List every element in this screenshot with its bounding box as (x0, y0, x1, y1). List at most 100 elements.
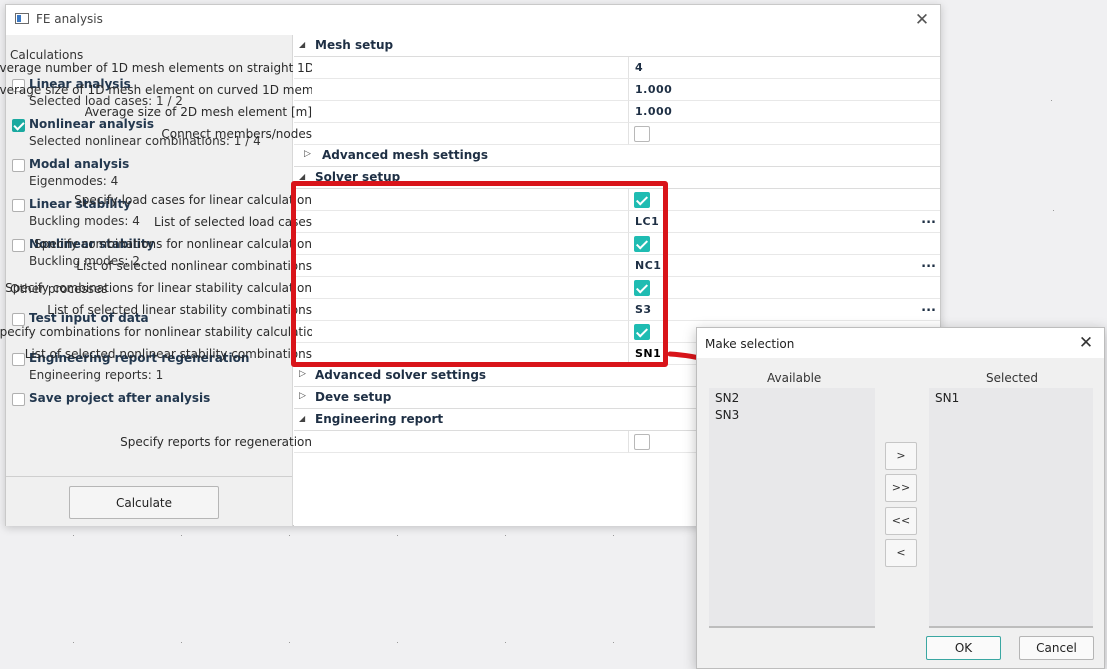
group-advanced-mesh[interactable]: ▷ Advanced mesh settings (294, 145, 940, 167)
calculations-heading: Calculations (10, 48, 84, 62)
list-item[interactable]: SN2 (715, 391, 739, 405)
specify-nonlinear-stability-checkbox[interactable] (634, 324, 650, 340)
nonlinear-stability-checkbox[interactable] (12, 239, 25, 252)
add-button[interactable]: > (885, 442, 917, 470)
available-heading: Available (767, 371, 822, 385)
background-dot (181, 535, 182, 536)
background-dot (181, 642, 182, 643)
background-dot (397, 535, 398, 536)
close-icon[interactable]: ✕ (911, 9, 933, 31)
expand-triangle-icon[interactable]: ▷ (304, 149, 311, 159)
connect-members-checkbox[interactable] (634, 126, 650, 142)
expand-triangle-icon[interactable]: ▷ (299, 391, 306, 401)
prop-row: Average size of 1D mesh element on curve… (0, 79, 940, 101)
specify-reports-checkbox[interactable] (634, 434, 650, 450)
background-dot (613, 642, 614, 643)
group-mesh-setup[interactable]: ◢ Mesh setup (294, 35, 940, 57)
item-sub: Engineering reports: 1 (29, 368, 164, 382)
prop-value[interactable]: 4 (635, 61, 643, 74)
specify-nonlinear-combinations-checkbox[interactable] (634, 236, 650, 252)
app-icon (15, 13, 29, 24)
background-dot (1051, 100, 1052, 101)
group-label: Advanced solver settings (315, 368, 487, 382)
background-dot (397, 642, 398, 643)
prop-row: Specify combinations for linear stabilit… (5, 277, 940, 299)
background-dot (289, 642, 290, 643)
expand-triangle-icon[interactable]: ▷ (299, 369, 306, 379)
nonlinear-analysis-checkbox[interactable] (12, 119, 25, 132)
prop-label: Specify combinations for nonlinear calcu… (34, 237, 312, 251)
browse-button[interactable]: ... (921, 212, 936, 227)
collapse-triangle-icon[interactable]: ◢ (299, 414, 305, 423)
divider (6, 476, 292, 477)
prop-value[interactable]: NC1 (635, 259, 661, 272)
prop-label: Specify reports for regeneration (120, 435, 312, 449)
list-item[interactable]: SN1 (935, 391, 959, 405)
browse-button[interactable]: ... (921, 256, 936, 271)
prop-value[interactable]: LC1 (635, 215, 659, 228)
group-label: Mesh setup (315, 38, 394, 52)
prop-row: List of selected linear stability combin… (47, 299, 940, 321)
prop-label: Specify load cases for linear calculatio… (74, 193, 312, 207)
prop-label: List of selected linear stability combin… (47, 303, 312, 317)
item-sub: Eigenmodes: 4 (29, 174, 119, 188)
selected-heading: Selected (986, 371, 1039, 385)
group-solver-setup[interactable]: ◢ Solver setup (294, 167, 940, 189)
specify-linear-stability-checkbox[interactable] (634, 280, 650, 296)
background-dot (73, 642, 74, 643)
collapse-triangle-icon[interactable]: ◢ (299, 172, 305, 181)
background-dot (505, 535, 506, 536)
background-dot (289, 535, 290, 536)
prop-row: Average size of 2D mesh element [m] 1.00… (85, 101, 940, 123)
prop-label: Specify combinations for linear stabilit… (5, 281, 312, 295)
prop-row: Average number of 1D mesh elements on st… (0, 57, 940, 79)
close-icon[interactable]: ✕ (1076, 332, 1096, 354)
item-title: Nonlinear analysis (29, 117, 155, 131)
list-item[interactable]: SN3 (715, 408, 739, 422)
prop-value[interactable]: S3 (635, 303, 652, 316)
prop-value[interactable]: 1.000 (635, 83, 672, 96)
save-project-checkbox[interactable] (12, 393, 25, 406)
browse-button[interactable]: ... (921, 300, 936, 315)
linear-stability-checkbox[interactable] (12, 199, 25, 212)
prop-value[interactable]: 1.000 (635, 105, 672, 118)
background-dot (1053, 210, 1054, 211)
ok-button[interactable]: OK (926, 636, 1001, 660)
prop-label: List of selected load cases (154, 215, 312, 229)
item-title: Save project after analysis (29, 391, 211, 405)
item-sub: Buckling modes: 4 (29, 214, 140, 228)
prop-label: Connect members/nodes (161, 127, 312, 141)
prop-row: Connect members/nodes (161, 123, 940, 145)
prop-label: Average number of 1D mesh elements on st… (0, 61, 312, 75)
prop-label: Average size of 1D mesh element on curve… (0, 83, 312, 97)
prop-row: List of selected nonlinear combinations … (76, 255, 940, 277)
selected-list[interactable]: SN1 (929, 388, 1093, 628)
modal-analysis-checkbox[interactable] (12, 159, 25, 172)
prop-label: Average size of 2D mesh element [m] (84, 105, 312, 119)
remove-button[interactable]: < (885, 539, 917, 567)
prop-label: List of selected nonlinear stability com… (24, 347, 312, 361)
remove-all-button[interactable]: << (885, 507, 917, 535)
background-dot (73, 535, 74, 536)
prop-label: Specify combinations for nonlinear stabi… (0, 325, 312, 339)
calculate-button[interactable]: Calculate (69, 486, 219, 519)
prop-label: List of selected nonlinear combinations (76, 259, 312, 273)
group-label: Deve setup (315, 390, 392, 404)
prop-row: Specify combinations for nonlinear calcu… (34, 233, 940, 255)
report-regeneration-checkbox[interactable] (12, 353, 25, 366)
prop-row: List of selected load cases LC1... (154, 211, 940, 233)
group-label: Advanced mesh settings (322, 148, 489, 162)
make-selection-dialog: Make selection ✕ Available Selected SN2 … (696, 327, 1105, 669)
background-dot (505, 642, 506, 643)
group-label: Solver setup (315, 170, 401, 184)
prop-value[interactable]: SN1 (635, 347, 661, 360)
collapse-triangle-icon[interactable]: ◢ (299, 40, 305, 49)
available-list[interactable]: SN2 SN3 (709, 388, 875, 628)
titlebar: FE analysis ✕ (6, 5, 940, 35)
window-title: FE analysis (36, 12, 103, 26)
specify-load-cases-checkbox[interactable] (634, 192, 650, 208)
item-title: Modal analysis (29, 157, 130, 171)
cancel-button[interactable]: Cancel (1019, 636, 1094, 660)
dialog-titlebar: Make selection ✕ (697, 328, 1104, 358)
add-all-button[interactable]: >> (885, 474, 917, 502)
